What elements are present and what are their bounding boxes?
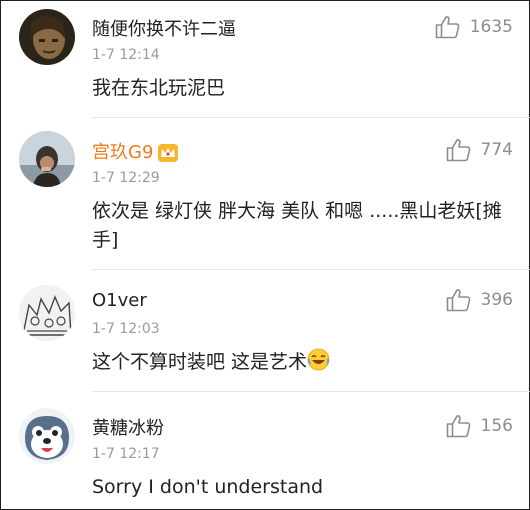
username-text: 宫玖G9	[92, 142, 154, 163]
divider	[92, 269, 530, 270]
thumbs-up-icon	[446, 414, 471, 438]
comment-time: 1-7 12:17	[92, 446, 160, 462]
comment-text: 依次是 绿灯侠 胖大海 美队 和嗯 .....黑山老妖[摊手]	[92, 200, 502, 251]
divider	[92, 391, 530, 392]
divider	[92, 117, 530, 118]
like-button[interactable]: 1635	[435, 15, 513, 39]
avatar[interactable]	[19, 408, 75, 464]
comment-time: 1-7 12:03	[92, 321, 160, 337]
like-count: 156	[480, 416, 513, 436]
comment-username[interactable]: 宫玖G9	[92, 138, 179, 164]
comment-username[interactable]: 黄糖冰粉	[92, 414, 164, 440]
comment-text: 我在东北玩泥巴	[92, 77, 226, 99]
avatar[interactable]	[19, 285, 75, 341]
thumbs-up-icon	[446, 138, 471, 162]
like-count: 1635	[469, 17, 513, 37]
avatar[interactable]	[19, 131, 75, 187]
comment-list: 随便你换不许二逼 1635 1-7 12:14 我在东北玩泥巴 宫玖G9 774…	[0, 0, 530, 510]
laughing-emoji-icon	[307, 348, 330, 371]
avatar[interactable]	[19, 9, 75, 65]
like-button[interactable]: 774	[446, 138, 513, 162]
comment-text: Sorry I don't understand	[92, 476, 324, 498]
like-button[interactable]: 156	[446, 414, 513, 438]
comment-time: 1-7 12:29	[92, 170, 160, 186]
comment-username[interactable]: O1ver	[92, 290, 147, 311]
comment-text: 这个不算时装吧 这是艺术	[92, 348, 512, 377]
crown-badge-icon	[157, 143, 179, 163]
thumbs-up-icon	[446, 288, 471, 312]
like-count: 774	[480, 140, 513, 160]
comment-username[interactable]: 随便你换不许二逼	[92, 15, 236, 41]
comment-text-content: 这个不算时装吧 这是艺术	[92, 351, 308, 373]
thumbs-up-icon	[435, 15, 460, 39]
like-button[interactable]: 396	[446, 288, 513, 312]
like-count: 396	[480, 290, 513, 310]
comment-time: 1-7 12:14	[92, 47, 160, 63]
